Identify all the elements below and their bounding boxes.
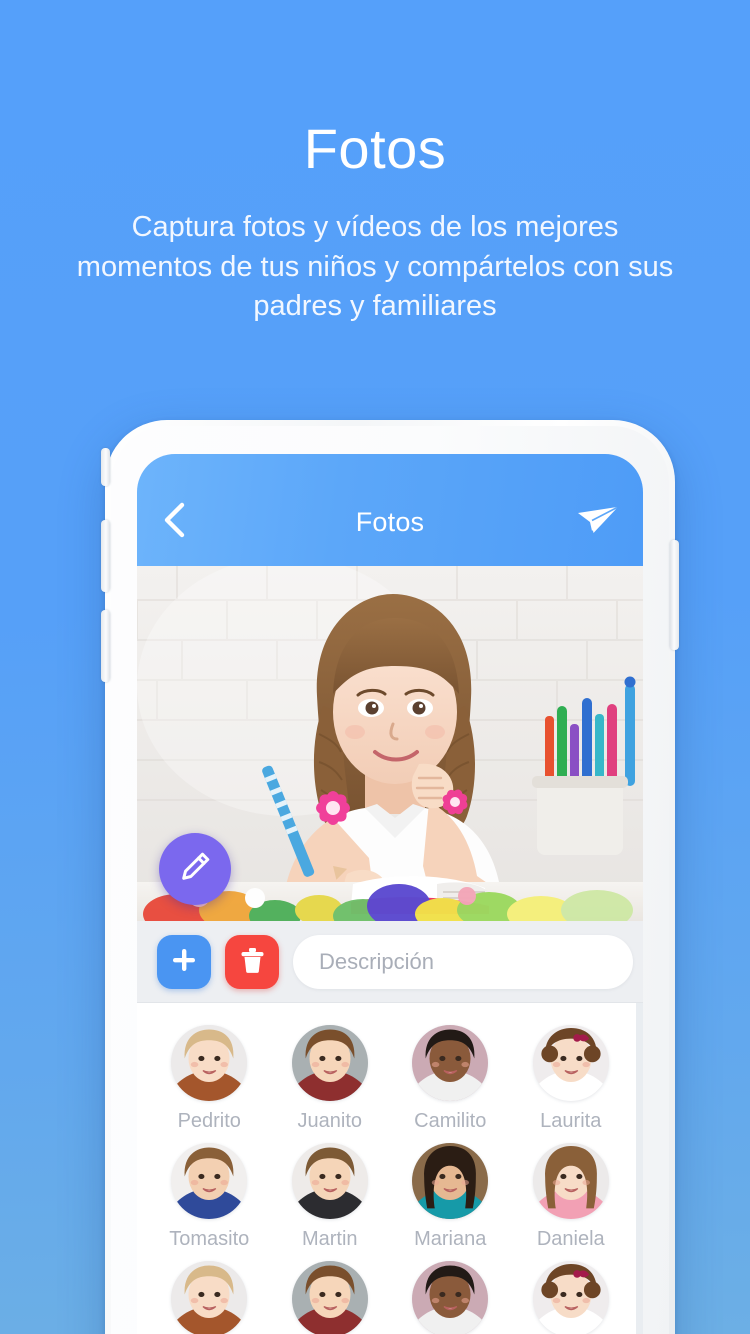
- avatar: [171, 1261, 248, 1334]
- kid-name: Martin: [301, 1228, 358, 1250]
- avatar: [291, 1261, 368, 1334]
- kid-item[interactable]: Laurita: [511, 1025, 632, 1133]
- chevron-left-icon: [161, 501, 187, 544]
- kids-list[interactable]: Pedrito Juanito Camilito Laurita Tomasit…: [137, 1003, 643, 1334]
- description-input[interactable]: [293, 934, 633, 989]
- volume-down-button[interactable]: [101, 610, 110, 682]
- avatar: [412, 1261, 489, 1334]
- kid-name: Camilito: [414, 1110, 487, 1132]
- avatar: [532, 1025, 609, 1101]
- kid-item[interactable]: Tomasito: [149, 1143, 270, 1251]
- promo-subtitle: Captura fotos y vídeos de los mejores mo…: [76, 211, 674, 323]
- silent-switch-button[interactable]: [101, 448, 110, 486]
- kid-name: Laurita: [540, 1110, 602, 1132]
- avatar: [291, 1143, 368, 1219]
- kid-item[interactable]: Daniela: [511, 1143, 632, 1251]
- send-button[interactable]: [571, 498, 619, 546]
- paper-plane-icon: [577, 505, 619, 540]
- app-title: Fotos: [355, 506, 425, 537]
- kid-item[interactable]: Pedrito: [149, 1025, 270, 1133]
- kid-name: Juanito: [297, 1110, 363, 1132]
- kid-item[interactable]: [511, 1261, 632, 1334]
- kid-item[interactable]: [270, 1261, 391, 1334]
- kid-name: Mariana: [414, 1228, 487, 1250]
- photo-preview[interactable]: [137, 566, 643, 921]
- kid-item[interactable]: [149, 1261, 270, 1334]
- avatar: [171, 1143, 248, 1219]
- scrollbar[interactable]: [636, 1003, 643, 1334]
- power-button[interactable]: [670, 540, 679, 650]
- avatar: [412, 1143, 489, 1219]
- add-photo-button[interactable]: [157, 934, 211, 989]
- phone-screen: Fotos Descripción Pedrito Juanito Camili…: [137, 454, 643, 1334]
- kid-item[interactable]: Juanito: [270, 1025, 391, 1133]
- kid-item[interactable]: [390, 1261, 511, 1334]
- kid-item[interactable]: Camilito: [390, 1025, 511, 1133]
- pencil-icon: [178, 850, 212, 889]
- trash-icon: [239, 946, 266, 977]
- plus-icon: [170, 946, 198, 977]
- avatar: [412, 1025, 489, 1101]
- delete-photo-button[interactable]: [225, 934, 279, 989]
- avatar: [291, 1025, 368, 1101]
- kid-item[interactable]: Mariana: [390, 1143, 511, 1251]
- kid-name: Pedrito: [177, 1110, 241, 1132]
- avatar: [532, 1261, 609, 1334]
- photo-toolbar: [137, 921, 643, 1003]
- kid-name: Tomasito: [169, 1228, 250, 1250]
- app-header: Fotos: [137, 454, 643, 566]
- edit-photo-button[interactable]: [159, 833, 231, 905]
- promo-screenshot: Fotos Captura fotos y vídeos de los mejo…: [0, 0, 750, 1334]
- promo-title: Fotos: [303, 117, 447, 180]
- volume-up-button[interactable]: [101, 520, 110, 592]
- kid-name: Daniela: [536, 1228, 605, 1250]
- phone-mockup: Fotos Descripción Pedrito Juanito Camili…: [101, 420, 679, 1334]
- kid-item[interactable]: Martin: [270, 1143, 391, 1251]
- avatar: [532, 1143, 609, 1219]
- avatar: [171, 1025, 248, 1101]
- back-button[interactable]: [161, 498, 209, 546]
